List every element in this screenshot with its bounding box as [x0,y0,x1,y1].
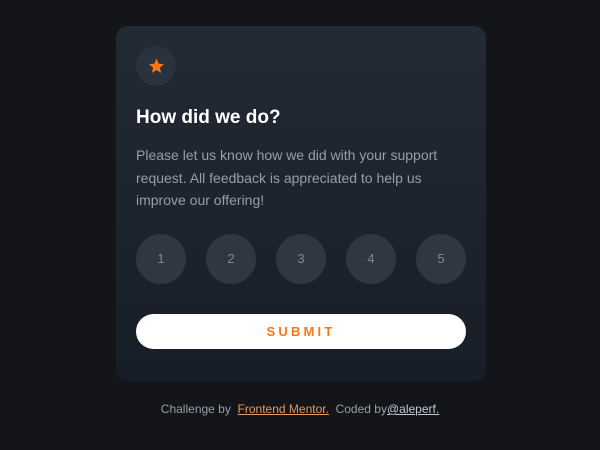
card-description: Please let us know how we did with your … [136,147,438,208]
card-title: How did we do? [136,107,281,128]
attribution-footer: Challenge by Frontend Mentor. Coded by@a… [0,402,600,416]
submit-button[interactable]: SUBMIT [136,313,466,349]
challenge-text: Challenge by [160,402,235,416]
frontend-mentor-link[interactable]: Frontend Mentor. [238,402,329,416]
star-badge [136,46,176,86]
rating-button-4[interactable]: 4 [346,233,396,284]
rating-button-5[interactable]: 5 [416,233,466,284]
rating-button-1[interactable]: 1 [136,233,186,284]
star-icon [148,58,164,73]
rating-card: How did we do? Please let us know how we… [116,26,486,381]
rating-options: 1 2 3 4 5 [136,233,466,284]
rating-button-2[interactable]: 2 [206,233,256,284]
rating-button-3[interactable]: 3 [276,233,326,284]
author-link[interactable]: @aleperf. [387,402,439,416]
coded-by-text: Coded by [335,402,387,416]
